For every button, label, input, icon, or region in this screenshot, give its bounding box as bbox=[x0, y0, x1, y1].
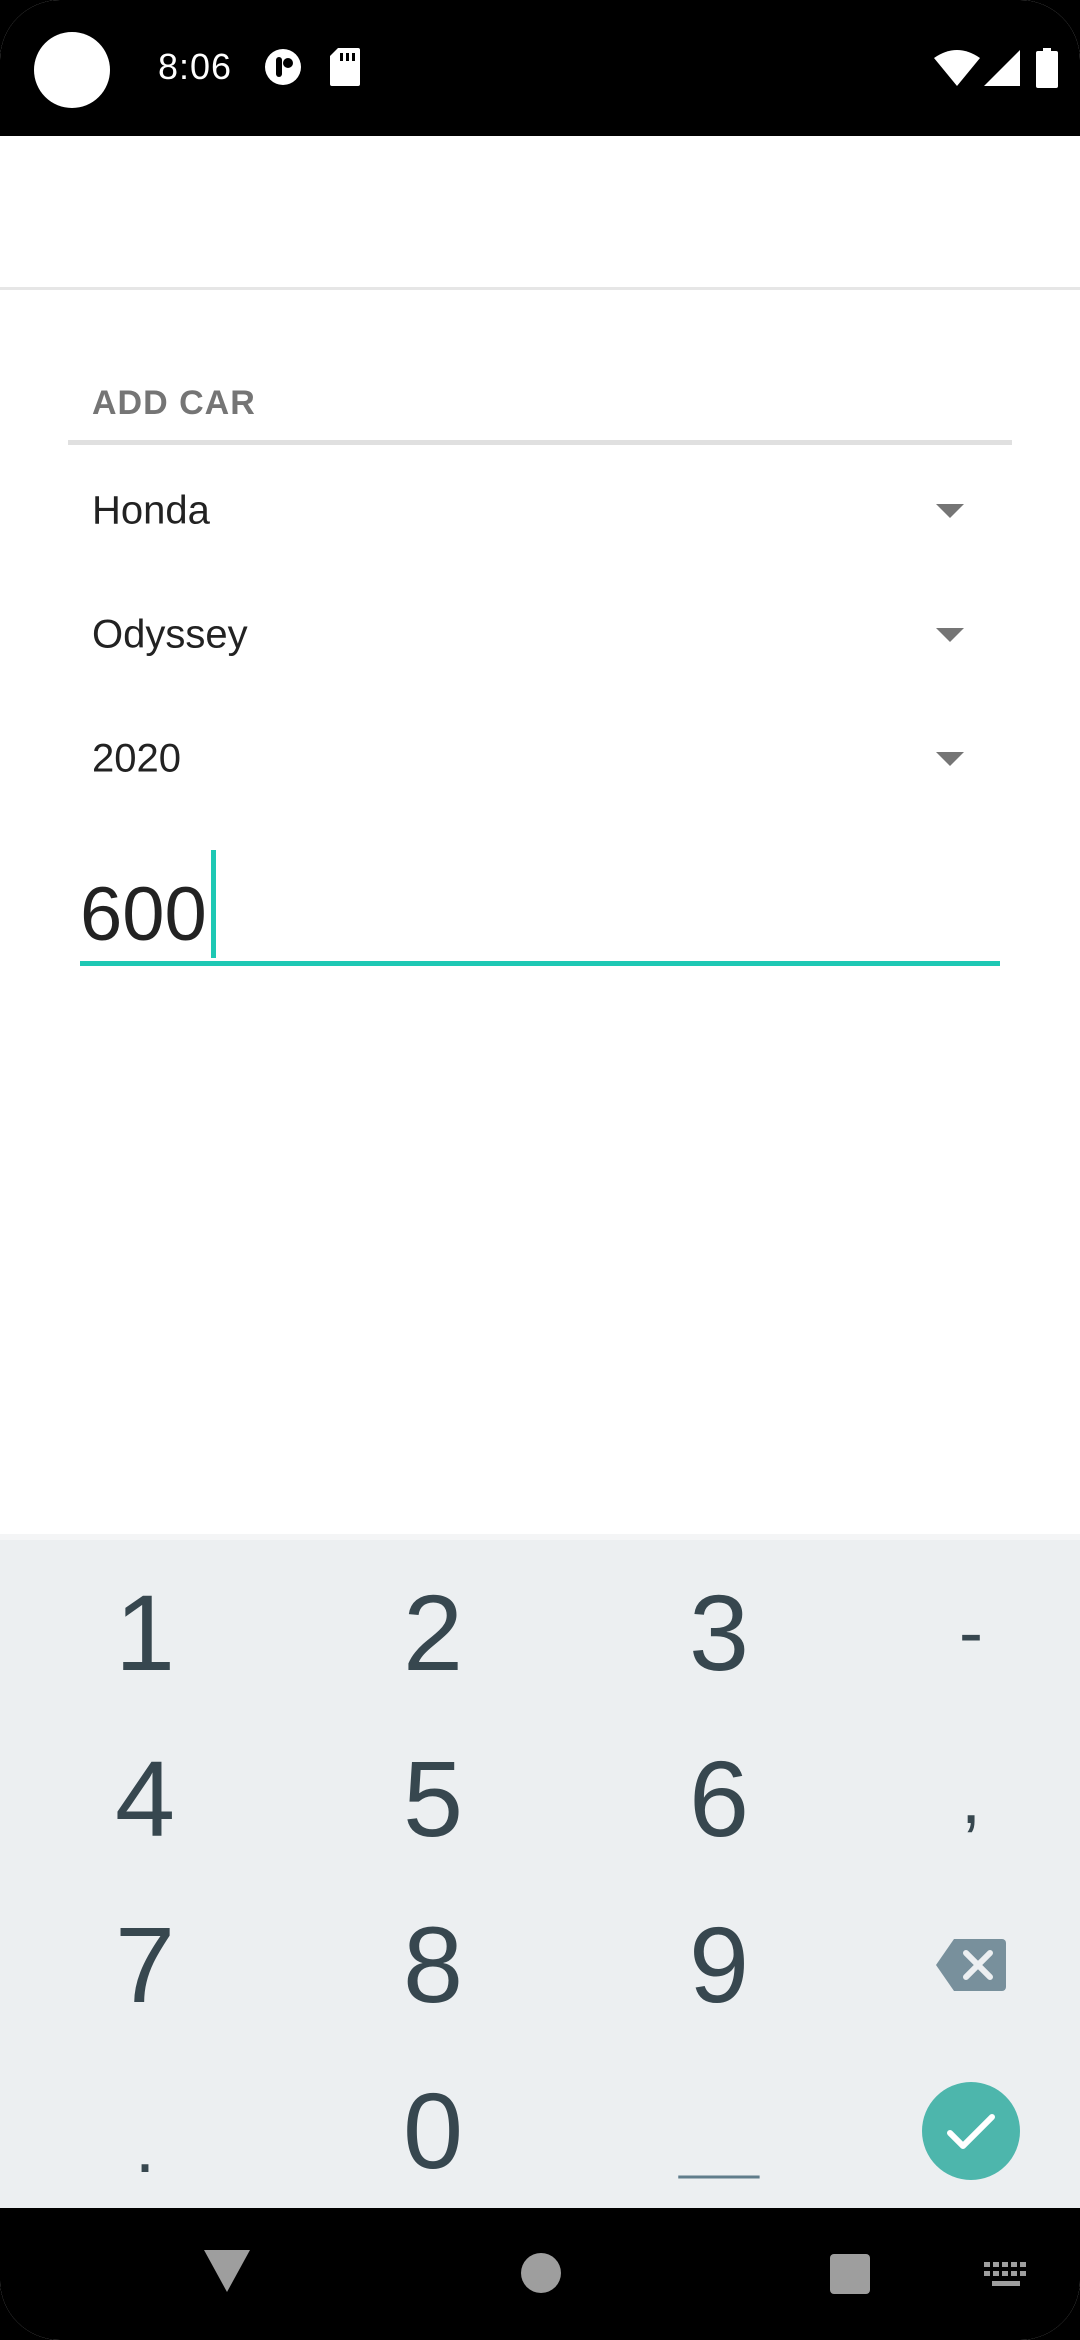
dropdown-arrow-icon bbox=[936, 628, 964, 642]
navigation-bar bbox=[0, 2208, 1080, 2340]
key-period[interactable]: . bbox=[10, 2048, 280, 2214]
year-spinner-value: 2020 bbox=[92, 736, 181, 781]
backspace-icon bbox=[936, 1939, 1006, 1991]
screen: 8:06 ADD CAR Honda Odyssey 2020 600 1 2 … bbox=[0, 0, 1080, 2340]
key-0[interactable]: 0 bbox=[298, 2048, 568, 2214]
keyboard-switch-icon[interactable] bbox=[984, 2262, 1028, 2293]
status-time: 8:06 bbox=[158, 46, 233, 87]
recents-nav-icon[interactable] bbox=[830, 2254, 870, 2299]
section-title: ADD CAR bbox=[92, 384, 256, 422]
make-spinner[interactable]: Honda bbox=[68, 456, 1012, 566]
text-cursor bbox=[210, 850, 216, 958]
mileage-input[interactable]: 600 bbox=[80, 830, 1000, 970]
model-spinner[interactable]: Odyssey bbox=[68, 580, 1012, 690]
app-notification-icon bbox=[264, 48, 302, 91]
mileage-input-value: 600 bbox=[80, 850, 216, 960]
backspace-key[interactable] bbox=[836, 1882, 1080, 2048]
checkmark-icon bbox=[947, 2114, 995, 2149]
key-7[interactable]: 7 bbox=[10, 1882, 280, 2048]
key-5[interactable]: 5 bbox=[298, 1716, 568, 1882]
dropdown-arrow-icon bbox=[936, 504, 964, 518]
key-2[interactable]: 2 bbox=[298, 1550, 568, 1716]
key-dash[interactable]: - bbox=[836, 1550, 1080, 1716]
enter-key-circle bbox=[922, 2082, 1020, 2180]
numeric-keyboard: 1 2 3 - 4 5 6 , 7 8 9 . 0 ___ bbox=[0, 1534, 1080, 2210]
cell-signal-icon bbox=[984, 50, 1020, 91]
back-nav-icon[interactable] bbox=[204, 2250, 250, 2297]
status-bar: 8:06 bbox=[0, 0, 1080, 136]
mileage-input-text: 600 bbox=[80, 872, 207, 957]
key-3[interactable]: 3 bbox=[584, 1550, 854, 1716]
sd-card-icon bbox=[330, 48, 360, 91]
home-nav-icon[interactable] bbox=[520, 2252, 562, 2299]
key-4[interactable]: 4 bbox=[10, 1716, 280, 1882]
wifi-icon bbox=[934, 50, 980, 91]
section-divider bbox=[68, 440, 1012, 445]
model-spinner-value: Odyssey bbox=[92, 612, 248, 657]
key-comma[interactable]: , bbox=[836, 1716, 1080, 1882]
battery-icon bbox=[1036, 48, 1058, 93]
key-8[interactable]: 8 bbox=[298, 1882, 568, 2048]
app-bar bbox=[0, 136, 1080, 290]
key-9[interactable]: 9 bbox=[584, 1882, 854, 2048]
mileage-input-underline bbox=[80, 961, 1000, 966]
space-key[interactable]: ___ bbox=[584, 2048, 854, 2214]
camera-cutout bbox=[34, 32, 110, 108]
enter-key[interactable] bbox=[836, 2048, 1080, 2214]
dropdown-arrow-icon bbox=[936, 752, 964, 766]
key-1[interactable]: 1 bbox=[10, 1550, 280, 1716]
make-spinner-value: Honda bbox=[92, 488, 210, 533]
year-spinner[interactable]: 2020 bbox=[68, 704, 1012, 814]
key-6[interactable]: 6 bbox=[584, 1716, 854, 1882]
